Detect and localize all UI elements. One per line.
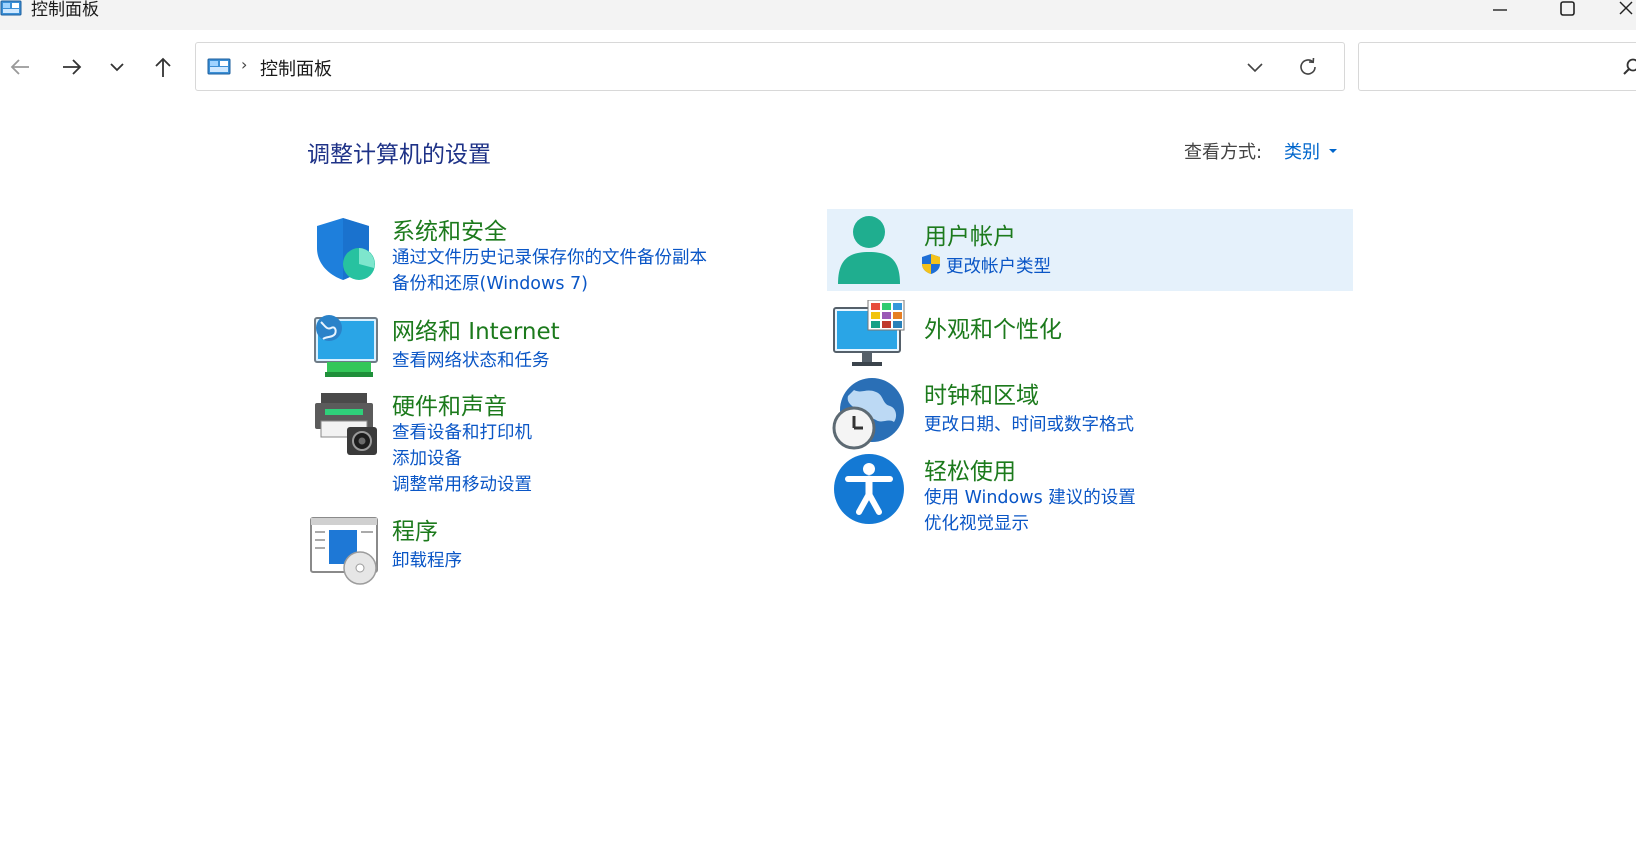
accessibility-icon — [834, 454, 904, 524]
category-title[interactable]: 硬件和声音 — [392, 387, 507, 421]
title-bar: 控制面板 — [0, 0, 1636, 30]
printer-camera-icon — [315, 393, 377, 455]
programs-disc-icon — [310, 517, 378, 585]
maximize-icon[interactable] — [1546, 0, 1590, 24]
close-icon[interactable] — [1610, 0, 1636, 24]
search-input[interactable] — [1358, 42, 1636, 91]
page-title: 调整计算机的设置 — [307, 142, 491, 168]
uac-shield-icon — [922, 254, 940, 274]
category-title[interactable]: 时钟和区域 — [924, 376, 1039, 410]
globe-clock-icon — [832, 378, 904, 450]
monitor-tiles-icon — [833, 300, 905, 366]
category-link[interactable]: 调整常用移动设置 — [392, 471, 532, 496]
search-icon[interactable] — [1621, 57, 1636, 77]
category-link[interactable]: 优化视觉显示 — [924, 510, 1029, 535]
chevron-down-icon[interactable] — [102, 52, 132, 82]
arrow-left-icon[interactable] — [5, 52, 35, 82]
address-bar[interactable]: › 控制面板 — [195, 42, 1345, 91]
minimize-icon[interactable] — [1478, 0, 1522, 24]
category-link[interactable]: 查看设备和打印机 — [392, 419, 532, 444]
category-link[interactable]: 更改日期、时间或数字格式 — [924, 411, 1134, 436]
category-link[interactable]: 使用 Windows 建议的设置 — [924, 484, 1136, 509]
category-title[interactable]: 系统和安全 — [392, 212, 507, 246]
category-title[interactable]: 轻松使用 — [924, 452, 1016, 486]
chevron-down-icon[interactable] — [1243, 55, 1267, 79]
control-panel-icon — [0, 0, 22, 16]
view-by-dropdown[interactable]: 类别 — [1284, 138, 1320, 164]
arrow-up-icon[interactable] — [148, 52, 178, 82]
category-link[interactable]: 添加设备 — [392, 445, 462, 470]
category-title[interactable]: 程序 — [392, 512, 438, 546]
category-link[interactable]: 通过文件历史记录保存你的文件备份副本 — [392, 244, 707, 269]
category-link[interactable]: 备份和还原(Windows 7) — [392, 270, 588, 295]
category-title[interactable]: 外观和个性化 — [924, 310, 1062, 344]
network-globe-icon — [314, 315, 378, 377]
user-icon — [838, 216, 900, 284]
view-by-label: 查看方式: — [1184, 142, 1263, 163]
breadcrumb-item[interactable]: 控制面板 — [260, 55, 332, 81]
breadcrumb-separator: › — [241, 55, 248, 74]
window-title: 控制面板 — [31, 0, 99, 20]
category-title[interactable]: 网络和 Internet — [392, 312, 560, 346]
arrow-right-icon[interactable] — [57, 52, 87, 82]
control-panel-icon — [207, 58, 231, 75]
shield-icon — [317, 218, 375, 280]
refresh-icon[interactable] — [1296, 55, 1320, 79]
category-link[interactable]: 查看网络状态和任务 — [392, 347, 550, 372]
category-title[interactable]: 用户帐户 — [924, 217, 1016, 251]
category-link[interactable]: 卸载程序 — [392, 547, 462, 572]
category-link[interactable]: 更改帐户类型 — [946, 253, 1051, 278]
caret-down-icon[interactable] — [1328, 148, 1338, 154]
